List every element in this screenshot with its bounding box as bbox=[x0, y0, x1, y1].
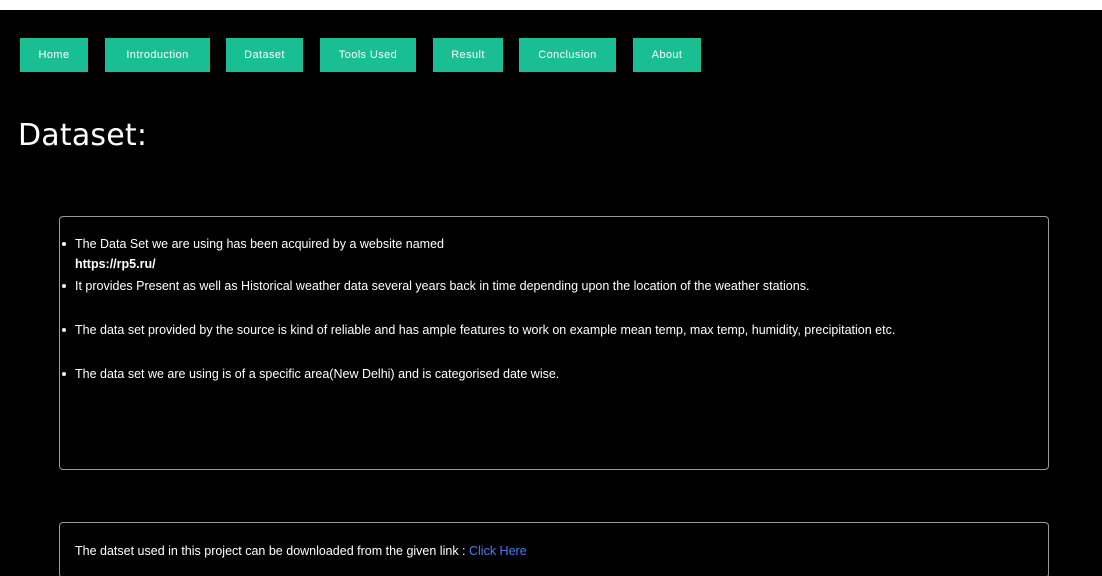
download-row: The datset used in this project can be d… bbox=[75, 542, 527, 560]
nav-conclusion-button[interactable]: Conclusion bbox=[519, 38, 616, 72]
dataset-info-box: The Data Set we are using has been acqui… bbox=[59, 216, 1049, 470]
nav-dataset-button[interactable]: Dataset bbox=[226, 38, 303, 72]
nav-tools-used-button[interactable]: Tools Used bbox=[320, 38, 416, 72]
list-item: It provides Present as well as Historica… bbox=[60, 277, 1040, 295]
bullet-icon bbox=[62, 328, 66, 332]
list-item: The data set we are using is of a specif… bbox=[60, 365, 1040, 383]
nav-result-button[interactable]: Result bbox=[433, 38, 503, 72]
list-item: The Data Set we are using has been acqui… bbox=[60, 235, 1040, 273]
click-here-link[interactable]: Click Here bbox=[469, 544, 527, 558]
download-text: The datset used in this project can be d… bbox=[75, 544, 466, 558]
nav-introduction-button[interactable]: Introduction bbox=[105, 38, 210, 72]
bullet-icon bbox=[62, 372, 66, 376]
page-title: Dataset: bbox=[18, 118, 148, 153]
download-box: The datset used in this project can be d… bbox=[59, 522, 1049, 576]
dataset-info-list: The Data Set we are using has been acqui… bbox=[60, 235, 1040, 383]
bullet-icon bbox=[62, 284, 66, 288]
nav-home-button[interactable]: Home bbox=[20, 38, 88, 72]
page-container: Home Introduction Dataset Tools Used Res… bbox=[0, 10, 1102, 576]
source-link-text: https://rp5.ru/ bbox=[75, 257, 156, 271]
info-text: The data set we are using is of a specif… bbox=[75, 367, 560, 381]
list-item: The data set provided by the source is k… bbox=[60, 321, 1040, 339]
bullet-icon bbox=[62, 242, 66, 246]
info-text: The Data Set we are using has been acqui… bbox=[75, 237, 444, 251]
nav-about-button[interactable]: About bbox=[633, 38, 701, 72]
info-text: It provides Present as well as Historica… bbox=[75, 279, 810, 293]
info-text: The data set provided by the source is k… bbox=[75, 323, 896, 337]
